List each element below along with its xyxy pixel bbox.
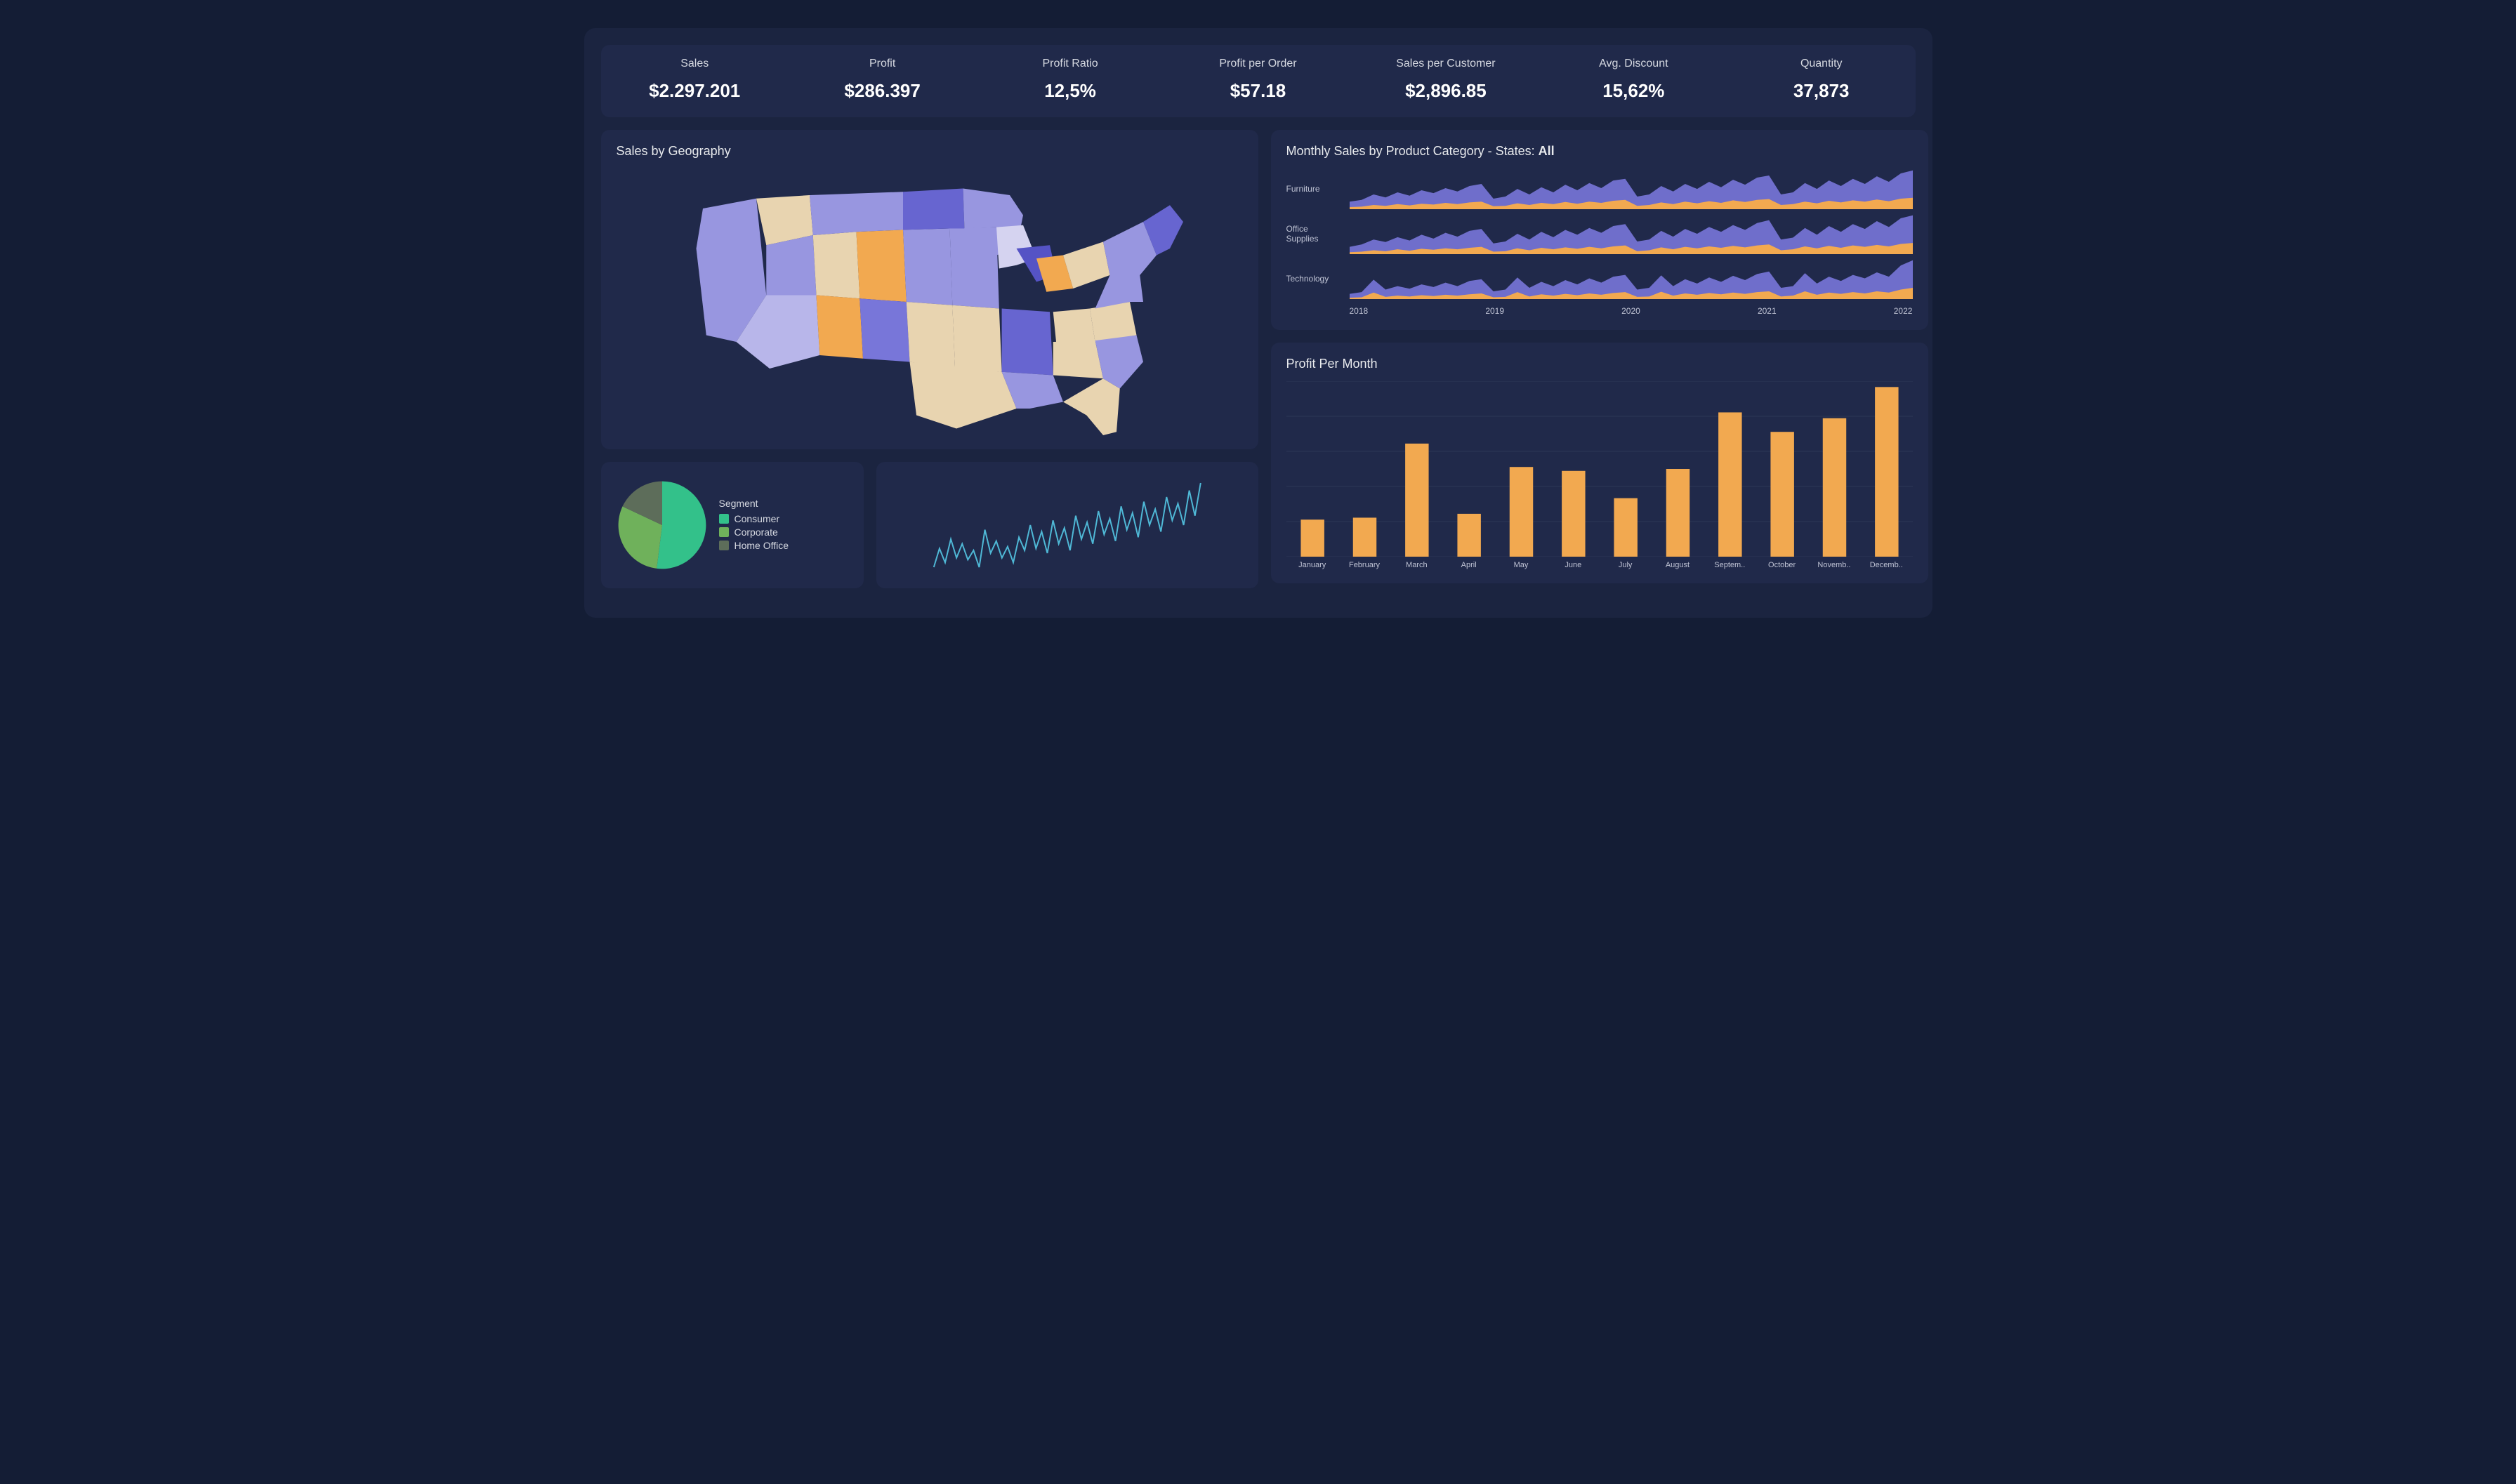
dashboard: Sales $2.297.201 Profit $286.397 Profit … [584, 28, 1932, 618]
year-tick: 2019 [1485, 306, 1504, 316]
month-label: July [1599, 561, 1651, 569]
kpi-profit: Profit $286.397 [789, 58, 976, 102]
swatch-icon [719, 541, 729, 550]
year-tick: 2018 [1350, 306, 1369, 316]
month-label: Novemb.. [1808, 561, 1860, 569]
title-prefix: Monthly Sales by Product Category - Stat… [1286, 144, 1539, 158]
legend-label: Home Office [735, 540, 789, 551]
kpi-label: Avg. Discount [1540, 58, 1727, 70]
legend-item-corporate: Corporate [719, 526, 789, 538]
month-label: February [1338, 561, 1390, 569]
month-label: August [1652, 561, 1704, 569]
legend-item-home-office: Home Office [719, 540, 789, 551]
kpi-label: Profit [789, 58, 976, 70]
swatch-icon [719, 527, 729, 537]
area-label: Furniture [1286, 184, 1343, 194]
kpi-label: Quantity [1727, 58, 1915, 70]
kpi-quantity: Quantity 37,873 [1727, 58, 1915, 102]
area-label: Technology [1286, 274, 1343, 284]
card-profit-per-month: Profit Per Month January February March … [1271, 343, 1928, 583]
area-chart-furniture[interactable] [1350, 168, 1913, 209]
legend-label: Consumer [735, 513, 780, 524]
month-label: Septem.. [1704, 561, 1756, 569]
area-row-technology: Technology [1286, 258, 1913, 299]
card-segment-pie: Segment Consumer Corporate Home Office [601, 462, 864, 588]
kpi-value: $57.18 [1164, 80, 1352, 102]
kpi-profit-per-order: Profit per Order $57.18 [1164, 58, 1352, 102]
kpi-avg-discount: Avg. Discount 15,62% [1540, 58, 1727, 102]
kpi-bar: Sales $2.297.201 Profit $286.397 Profit … [601, 45, 1916, 117]
profit-bar-chart[interactable] [1286, 381, 1913, 557]
month-label: March [1390, 561, 1442, 569]
area-row-furniture: Furniture [1286, 168, 1913, 209]
month-label: January [1286, 561, 1338, 569]
kpi-label: Profit per Order [1164, 58, 1352, 70]
bar-x-labels: January February March April May June Ju… [1286, 561, 1913, 569]
kpi-value: $2,896.85 [1352, 80, 1539, 102]
card-title: Monthly Sales by Product Category - Stat… [1286, 144, 1913, 159]
card-monthly-sales: Monthly Sales by Product Category - Stat… [1271, 130, 1928, 330]
kpi-value: 15,62% [1540, 80, 1727, 102]
month-label: May [1495, 561, 1547, 569]
kpi-label: Sales per Customer [1352, 58, 1539, 70]
legend-label: Corporate [735, 526, 778, 538]
area-chart-technology[interactable] [1350, 258, 1913, 299]
kpi-label: Sales [601, 58, 789, 70]
states-filter-value[interactable]: All [1539, 144, 1555, 158]
legend-item-consumer: Consumer [719, 513, 789, 524]
year-tick: 2021 [1758, 306, 1777, 316]
card-trend-sparkline [876, 462, 1258, 588]
year-tick: 2020 [1621, 306, 1640, 316]
legend-title: Segment [719, 498, 789, 509]
kpi-profit-ratio: Profit Ratio 12,5% [976, 58, 1164, 102]
trend-sparkline-chart[interactable] [892, 476, 1243, 574]
month-label: Decemb.. [1860, 561, 1912, 569]
segment-legend: Segment Consumer Corporate Home Office [719, 498, 789, 553]
kpi-value: $286.397 [789, 80, 976, 102]
kpi-value: 12,5% [976, 80, 1164, 102]
year-tick: 2022 [1894, 306, 1913, 316]
kpi-value: $2.297.201 [601, 80, 789, 102]
kpi-sales: Sales $2.297.201 [601, 58, 789, 102]
kpi-label: Profit Ratio [976, 58, 1164, 70]
month-label: April [1442, 561, 1494, 569]
area-row-office-supplies: Office Supplies [1286, 213, 1913, 254]
x-axis-years: 2018 2019 2020 2021 2022 [1350, 306, 1913, 316]
card-title: Profit Per Month [1286, 357, 1913, 371]
kpi-value: 37,873 [1727, 80, 1915, 102]
kpi-sales-per-customer: Sales per Customer $2,896.85 [1352, 58, 1539, 102]
segment-pie-chart[interactable] [617, 479, 708, 571]
month-label: October [1756, 561, 1807, 569]
card-sales-geography: Sales by Geography [601, 130, 1258, 449]
month-label: June [1547, 561, 1599, 569]
us-choropleth-map[interactable] [663, 168, 1197, 435]
swatch-icon [719, 514, 729, 524]
card-title: Sales by Geography [617, 144, 1243, 159]
area-label: Office Supplies [1286, 224, 1343, 244]
area-chart-office-supplies[interactable] [1350, 213, 1913, 254]
